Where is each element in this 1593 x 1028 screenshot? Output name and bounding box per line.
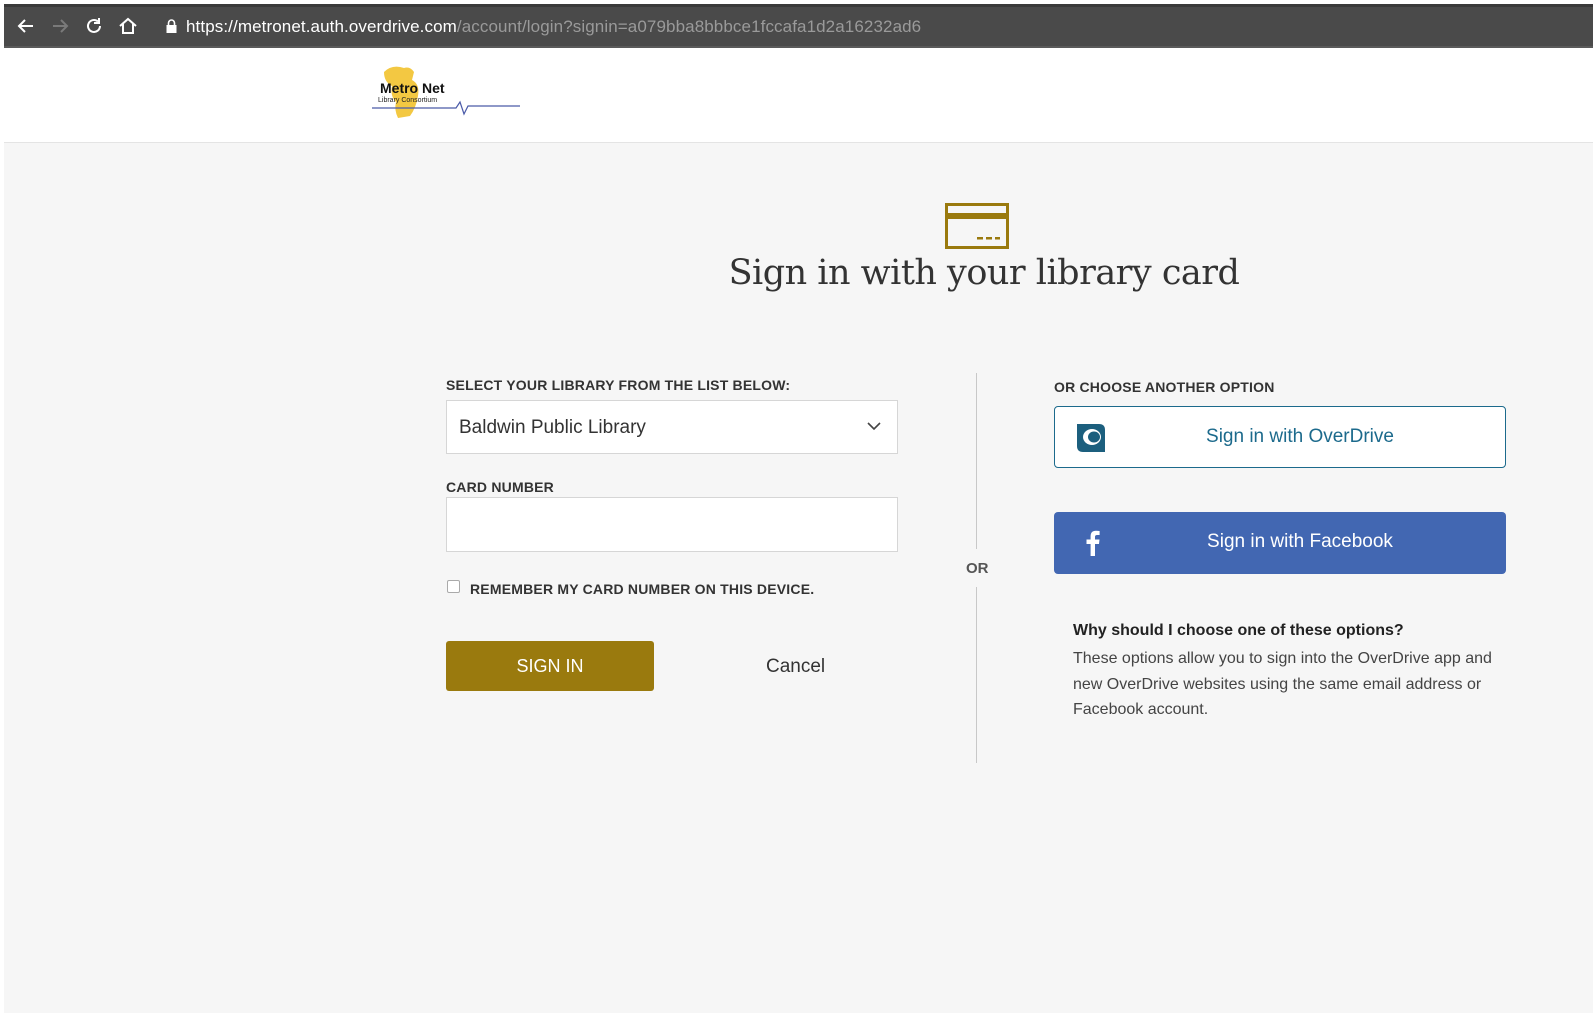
- library-select-value: Baldwin Public Library: [459, 417, 646, 438]
- back-button[interactable]: [14, 14, 38, 38]
- library-card-icon: [945, 203, 1009, 249]
- facebook-button-label: Sign in with Facebook: [1207, 531, 1393, 552]
- reload-icon: [87, 18, 101, 33]
- browser-toolbar: https://metronet.auth.overdrive.com/acco…: [4, 4, 1593, 48]
- url-scheme: https://: [186, 17, 238, 36]
- chevron-down-icon: [867, 422, 881, 431]
- remember-label[interactable]: REMEMBER MY CARD NUMBER ON THIS DEVICE.: [470, 581, 814, 597]
- logo-title: Metro Net: [380, 80, 445, 96]
- library-select[interactable]: Baldwin Public Library: [446, 400, 898, 454]
- site-header: Metro Net Library Consortium: [4, 48, 1593, 143]
- why-options-text: These options allow you to sign into the…: [1073, 650, 1492, 718]
- other-options-heading: OR CHOOSE ANOTHER OPTION: [1054, 379, 1275, 395]
- logo-subtitle: Library Consortium: [378, 97, 438, 104]
- library-select-label: SELECT YOUR LIBRARY FROM THE LIST BELOW:: [446, 377, 791, 393]
- page-title: Sign in with your library card: [728, 253, 1240, 293]
- home-button[interactable]: [116, 14, 140, 38]
- sign-in-button[interactable]: SIGN IN: [446, 641, 654, 691]
- or-separator: OR: [966, 560, 989, 577]
- divider-line-top: [976, 373, 977, 549]
- tab-strip-edge: [4, 4, 1593, 7]
- card-number-input[interactable]: [446, 497, 898, 552]
- reload-button[interactable]: [82, 14, 106, 38]
- home-icon: [119, 17, 137, 34]
- forward-button[interactable]: [48, 14, 72, 38]
- facebook-signin-button[interactable]: Sign in with Facebook: [1054, 512, 1506, 574]
- why-options-title: Why should I choose one of these options…: [1073, 622, 1404, 639]
- url-path: /account/login?signin=a079bba8bbbce1fcca…: [456, 17, 922, 36]
- overdrive-button-label: Sign in with OverDrive: [1206, 426, 1394, 447]
- overdrive-signin-button[interactable]: Sign in with OverDrive: [1054, 406, 1506, 468]
- url-host: metronet.auth.overdrive.com: [237, 17, 457, 36]
- remember-checkbox[interactable]: [447, 580, 460, 593]
- divider-line-bottom: [976, 587, 977, 763]
- card-number-label: CARD NUMBER: [446, 479, 554, 495]
- cancel-link[interactable]: Cancel: [766, 656, 825, 678]
- metronet-logo[interactable]: Metro Net Library Consortium: [370, 62, 522, 122]
- back-arrow-icon: [17, 19, 33, 33]
- lock-icon: [166, 19, 177, 33]
- sign-in-panel: Sign in with your library card SELECT YO…: [4, 143, 1593, 1013]
- forward-arrow-icon: [53, 19, 69, 33]
- address-bar[interactable]: https://metronet.auth.overdrive.com/acco…: [186, 17, 921, 37]
